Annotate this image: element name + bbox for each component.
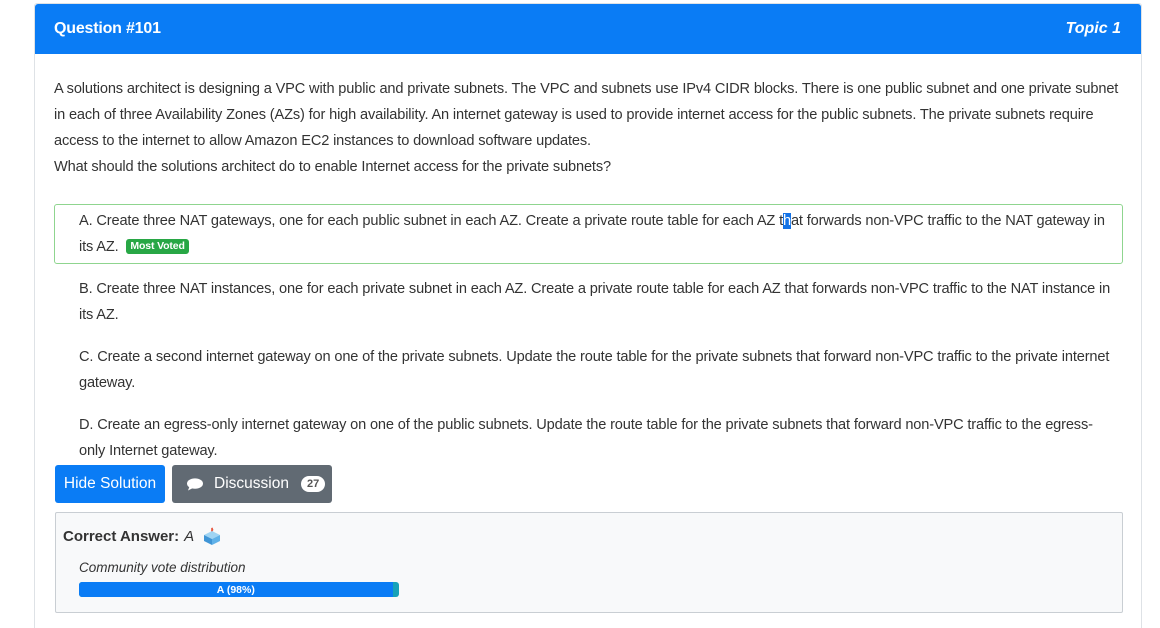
vote-distribution-label: Community vote distribution — [79, 560, 246, 575]
choice-d[interactable]: D. Create an egress-only internet gatewa… — [54, 408, 1123, 468]
discussion-button[interactable]: Discussion 27 — [172, 465, 332, 503]
choice-a-text-start: A. Create three NAT gateways, one for ea… — [79, 213, 783, 229]
choice-a[interactable]: A. Create three NAT gateways, one for ea… — [54, 204, 1123, 264]
question-body: A solutions architect is designing a VPC… — [54, 76, 1129, 180]
discussion-count-badge: 27 — [300, 476, 326, 492]
most-voted-badge: Most Voted — [126, 239, 189, 254]
topic-label[interactable]: Topic 1 — [1066, 20, 1121, 38]
correct-answer-value: A — [184, 527, 195, 545]
text-selection: h — [782, 213, 791, 229]
hide-solution-button[interactable]: Hide Solution — [55, 465, 165, 503]
vote-distribution-bar: A (98%) — [79, 582, 399, 597]
question-header: Question #101 Topic 1 — [35, 4, 1141, 54]
choice-c[interactable]: C. Create a second internet gateway on o… — [54, 340, 1123, 400]
question-card: Question #101 Topic 1 A solutions archit… — [34, 3, 1142, 628]
answer-box: Correct Answer: A Community vote distrib… — [55, 512, 1123, 613]
vote-bar-a: A (98%) — [79, 582, 393, 597]
question-prompt: What should the solutions architect do t… — [54, 159, 611, 175]
choices-list: A. Create three NAT gateways, one for ea… — [54, 204, 1123, 476]
correct-answer-label: Correct Answer: — [63, 527, 180, 545]
question-paragraph: A solutions architect is designing a VPC… — [54, 81, 1119, 149]
discussion-label: Discussion — [214, 475, 289, 492]
ballot-box-icon[interactable] — [202, 526, 222, 546]
correct-answer-line: Correct Answer: A — [63, 526, 222, 546]
speech-bubble-icon — [187, 477, 203, 490]
question-title: Question #101 — [54, 20, 161, 37]
choice-b[interactable]: B. Create three NAT instances, one for e… — [54, 272, 1123, 332]
